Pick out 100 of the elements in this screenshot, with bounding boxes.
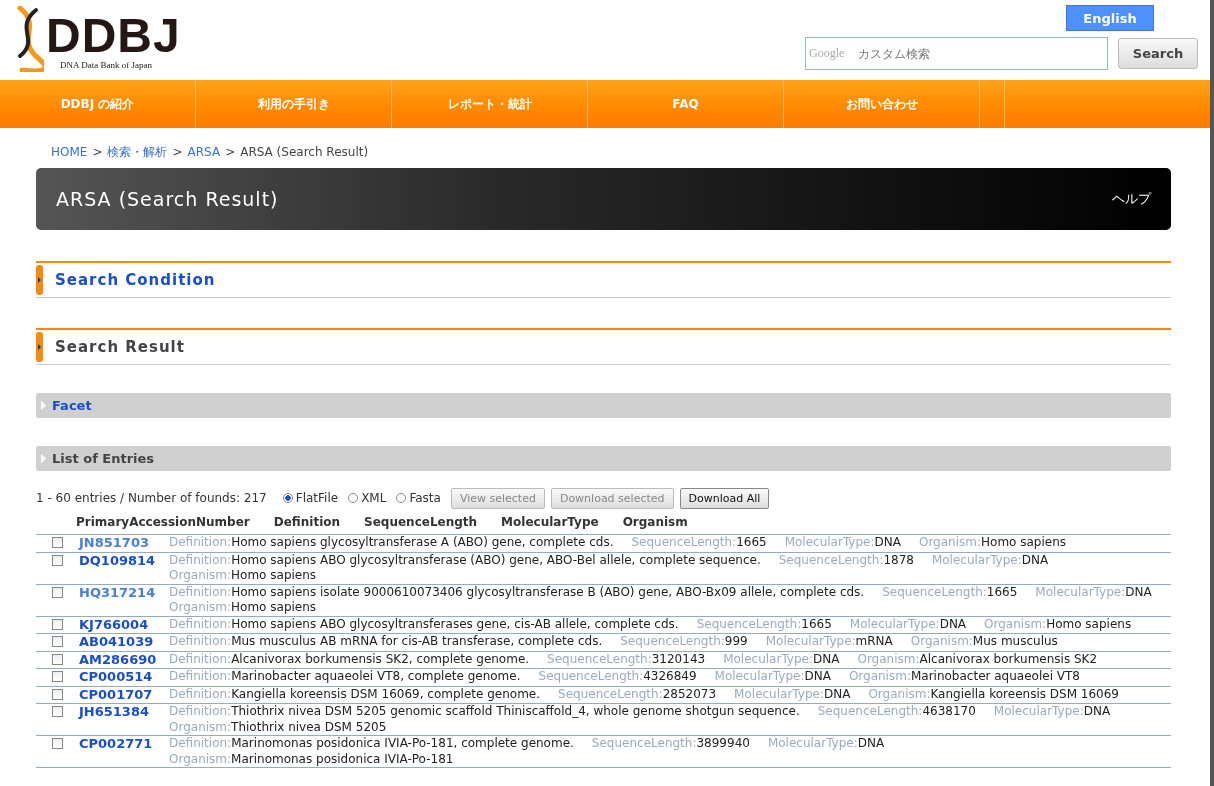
field-label: Organism: xyxy=(918,535,981,549)
field-label: Definition: xyxy=(169,584,232,599)
breadcrumb-link[interactable]: ARSA xyxy=(187,144,221,160)
field-value: 1878 xyxy=(883,552,914,567)
field-value: DNA xyxy=(1083,704,1111,718)
field-value: Alcanivorax borkumensis SK2 xyxy=(919,651,1098,666)
field-value: Homo sapiens glycosyltransferase A (ABO) gene, complete cds. xyxy=(231,535,614,549)
field-label: MolecularType: xyxy=(931,552,1022,567)
search-button[interactable]: Search xyxy=(1118,38,1198,69)
row-checkbox[interactable] xyxy=(52,653,63,665)
field-value: Marinomonas posidonica IVIA-Po-181, complete genome. xyxy=(231,736,574,750)
row-checkbox[interactable] xyxy=(52,688,63,700)
panel-header[interactable]: List of Entries xyxy=(36,446,1171,471)
column-header[interactable]: SequenceLength xyxy=(364,515,478,529)
action-button[interactable]: Download All xyxy=(679,487,770,509)
field-value: 4638170 xyxy=(922,704,976,718)
field-value: Homo sapiens xyxy=(1046,616,1132,631)
expand-arrow-icon xyxy=(41,454,46,463)
field-label: SequenceLength: xyxy=(538,669,644,683)
field-label: SequenceLength: xyxy=(817,704,923,718)
logo-subtitle: DNA Data Bank of Japan xyxy=(60,60,153,70)
format-radio[interactable]: XML xyxy=(348,491,387,505)
field-label: MolecularType: xyxy=(784,535,875,549)
row-checkbox[interactable] xyxy=(52,636,63,647)
section-marker-icon xyxy=(36,265,43,295)
panel-title: List of Entries xyxy=(52,451,155,466)
accession-link[interactable]: CP001707 xyxy=(79,686,153,702)
dna-helix-icon xyxy=(14,6,44,72)
field-value: DNA xyxy=(939,616,967,631)
field-label: Organism: xyxy=(868,686,931,701)
field-label: MolecularType: xyxy=(1035,584,1126,599)
field-value: Thiothrix nivea DSM 5205 xyxy=(231,719,387,734)
column-header[interactable]: Organism xyxy=(622,515,688,529)
accession-link[interactable]: JH651384 xyxy=(79,704,149,719)
field-label: MolecularType: xyxy=(849,616,940,631)
field-label: SequenceLength: xyxy=(620,634,725,648)
field-value: Kangiella koreensis DSM 16069, complete genome. xyxy=(231,686,541,701)
expand-arrow-icon xyxy=(41,401,46,410)
field-label: Organism: xyxy=(169,568,232,582)
field-value: DNA xyxy=(823,686,851,701)
field-label: MolecularType: xyxy=(723,651,813,666)
field-value: DNA xyxy=(1125,584,1152,599)
field-value: Marinobacter aquaeolei VT8, complete genome. xyxy=(231,669,521,683)
field-label: SequenceLength: xyxy=(778,552,884,567)
breadcrumb-separator: > xyxy=(92,144,103,160)
column-header[interactable]: PrimaryAccessionNumber xyxy=(76,515,250,529)
row-checkbox[interactable] xyxy=(52,671,63,682)
field-value: DNA xyxy=(857,736,885,750)
field-label: MolecularType: xyxy=(765,634,856,648)
field-label: Organism: xyxy=(169,719,232,734)
row-checkbox[interactable] xyxy=(52,554,63,566)
field-label: Organism: xyxy=(169,600,232,614)
page-title: ARSA (Search Result) xyxy=(56,188,279,210)
accession-link[interactable]: AB041039 xyxy=(79,634,154,649)
field-label: Organism: xyxy=(848,669,911,683)
format-radio[interactable]: FlatFile xyxy=(282,491,339,505)
accession-link[interactable]: CP002771 xyxy=(79,736,153,751)
row-checkbox[interactable] xyxy=(52,706,63,717)
format-radio[interactable]: Fasta xyxy=(396,491,441,505)
field-value: Marinobacter aquaeolei VT8 xyxy=(910,669,1080,683)
field-value: 1665 xyxy=(736,535,767,549)
field-value: 999 xyxy=(724,634,748,648)
field-label: Organism: xyxy=(984,616,1047,631)
field-value: Kangiella koreensis DSM 16069 xyxy=(930,686,1119,701)
breadcrumb-link[interactable]: 検索・解析 xyxy=(107,144,168,160)
row-checkbox[interactable] xyxy=(52,618,63,630)
panel-link[interactable]: Facet xyxy=(52,398,92,413)
field-label: SequenceLength: xyxy=(591,736,697,750)
breadcrumb-link[interactable]: HOME xyxy=(51,144,88,160)
result-summary: 1 - 60 entries / Number of founds: 217 xyxy=(36,491,267,505)
column-header[interactable]: MolecularType xyxy=(501,515,599,529)
field-label: Organism: xyxy=(857,651,920,666)
row-checkbox[interactable] xyxy=(52,537,63,548)
panel-header[interactable]: Facet xyxy=(36,393,1171,418)
accession-link[interactable]: HQ317214 xyxy=(79,584,156,600)
field-value: Mus musculus xyxy=(972,634,1058,648)
field-value: 1665 xyxy=(986,584,1018,599)
column-header[interactable]: Definition xyxy=(273,515,341,529)
help-link[interactable]: ヘルプ xyxy=(1112,190,1151,208)
field-label: Organism: xyxy=(169,751,232,766)
field-value: DNA xyxy=(813,651,840,666)
accession-link[interactable]: DQ109814 xyxy=(79,552,156,568)
field-value: Alcanivorax borkumensis SK2, complete genome. xyxy=(231,651,530,666)
logo-wordmark[interactable]: DDBJ xyxy=(46,12,181,60)
field-value: mRNA xyxy=(855,634,893,648)
accession-link[interactable]: AM286690 xyxy=(79,651,157,667)
field-label: SequenceLength: xyxy=(547,651,652,666)
field-label: MolecularType: xyxy=(993,704,1084,718)
field-value: 3899940 xyxy=(696,736,750,750)
section-link[interactable]: Search Condition xyxy=(55,271,216,289)
field-label: Definition: xyxy=(169,552,232,567)
row-checkbox[interactable] xyxy=(52,738,63,749)
row-checkbox[interactable] xyxy=(52,586,63,598)
search-brand-label: Google xyxy=(809,46,845,60)
accession-link[interactable]: JN851703 xyxy=(79,535,149,550)
accession-link[interactable]: KJ766004 xyxy=(79,616,149,632)
field-value: Homo sapiens xyxy=(981,535,1067,549)
accession-link[interactable]: CP000514 xyxy=(79,669,153,684)
field-label: SequenceLength: xyxy=(558,686,663,701)
field-label: Definition: xyxy=(169,704,232,718)
